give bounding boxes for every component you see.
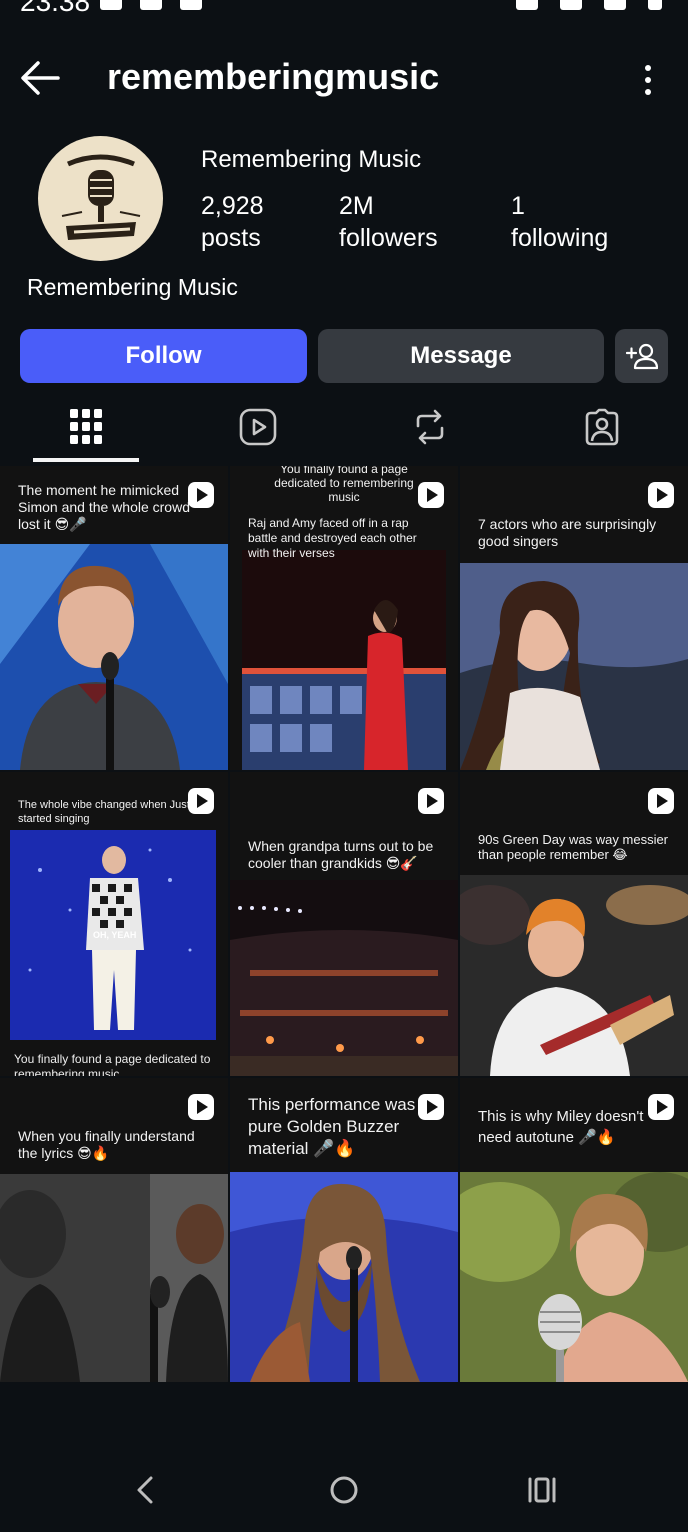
post-tile[interactable]: The whole vibe changed when Justin start…	[0, 772, 228, 1076]
reel-icon	[188, 788, 214, 814]
post-caption: When you finally understand the lyrics 😎…	[0, 1078, 228, 1174]
reposts-icon	[416, 409, 444, 445]
post-thumbnail	[460, 1172, 688, 1382]
status-bar: 23:38	[0, 0, 688, 14]
profile-username: rememberingmusic	[107, 56, 440, 97]
battery-icon	[648, 0, 662, 10]
post-thumbnail	[0, 544, 228, 770]
post-thumbnail	[460, 875, 688, 1076]
post-thumbnail	[230, 550, 458, 770]
follow-button[interactable]: Follow	[20, 329, 307, 383]
back-button[interactable]	[18, 58, 62, 98]
tab-posts-grid[interactable]	[33, 396, 139, 458]
profile-tabs	[0, 396, 688, 462]
add-user-icon	[625, 343, 658, 370]
profile-header: rememberingmusic	[0, 48, 688, 108]
following-stat[interactable]: 1 following	[511, 190, 608, 254]
post-tile[interactable]: This performance was pure Golden Buzzer …	[230, 1078, 458, 1382]
clipboard-icon	[140, 0, 162, 10]
post-thumbnail	[0, 1174, 228, 1382]
active-tab-indicator	[33, 458, 139, 462]
reel-icon	[418, 482, 444, 508]
reel-icon	[418, 1094, 444, 1120]
post-tile[interactable]: When grandpa turns out to be cooler than…	[230, 772, 458, 1076]
reel-icon	[418, 788, 444, 814]
tagged-icon	[585, 408, 619, 446]
reel-icon	[648, 1094, 674, 1120]
post-overlay-text: OH, YEAH	[93, 930, 137, 940]
whatsapp-icon	[100, 0, 122, 10]
post-caption: This is why Miley doesn't need autotune …	[460, 1078, 688, 1172]
followers-count: 2M	[339, 192, 374, 220]
post-caption-block: You finally found a page dedicated to re…	[230, 466, 458, 560]
reels-icon	[239, 408, 277, 446]
posts-grid: The moment he mimicked Simon and the who…	[0, 466, 688, 1382]
grid-icon	[70, 409, 102, 444]
following-count: 1	[511, 192, 525, 220]
post-tile[interactable]: When you finally understand the lyrics 😎…	[0, 1078, 228, 1382]
post-tile[interactable]: You finally found a page dedicated to re…	[230, 466, 458, 770]
signal-icon	[604, 0, 626, 10]
profile-display-name: Remembering Music	[201, 146, 422, 173]
post-top-caption: You finally found a page dedicated to re…	[274, 466, 414, 504]
more-vertical-icon	[645, 65, 651, 95]
posts-stat[interactable]: 2,928 posts	[201, 190, 264, 254]
post-thumbnail	[230, 1172, 458, 1382]
system-home-button[interactable]	[314, 1470, 374, 1510]
post-caption: This performance was pure Golden Buzzer …	[230, 1078, 458, 1172]
tab-reels[interactable]	[205, 396, 311, 458]
avatar[interactable]	[38, 136, 163, 261]
reel-icon	[188, 482, 214, 508]
post-tile[interactable]: 90s Green Day was way messier than peopl…	[460, 772, 688, 1076]
account-icon	[180, 0, 202, 10]
post-thumbnail	[230, 880, 458, 1076]
status-time: 23:38	[20, 0, 90, 14]
suggested-users-button[interactable]	[615, 329, 668, 383]
mute-icon	[516, 0, 538, 10]
system-recents-button[interactable]	[512, 1470, 572, 1510]
tab-reposts[interactable]	[377, 396, 483, 458]
status-notification-icons	[100, 0, 202, 10]
followers-stat[interactable]: 2M followers	[339, 190, 438, 254]
post-thumbnail	[460, 563, 688, 770]
system-navigation-bar	[0, 1440, 688, 1532]
microphone-logo-icon	[38, 136, 163, 261]
status-system-icons	[516, 0, 662, 10]
bio-name: Remembering Music	[27, 274, 238, 300]
post-caption: Raj and Amy faced off in a rap battle an…	[248, 516, 417, 560]
system-back-button[interactable]	[115, 1470, 175, 1510]
circle-home-icon	[330, 1476, 358, 1504]
post-caption: 7 actors who are surprisingly good singe…	[460, 466, 688, 563]
posts-count: 2,928	[201, 192, 264, 220]
chevron-left-icon	[137, 1476, 153, 1504]
more-options-button[interactable]	[636, 60, 660, 100]
post-tile[interactable]: This is why Miley doesn't need autotune …	[460, 1078, 688, 1382]
message-button[interactable]: Message	[318, 329, 604, 383]
arrow-left-icon	[21, 61, 60, 95]
post-tile[interactable]: The moment he mimicked Simon and the who…	[0, 466, 228, 770]
post-tile[interactable]: 7 actors who are surprisingly good singe…	[460, 466, 688, 770]
recents-icon	[528, 1477, 556, 1503]
reel-icon	[648, 788, 674, 814]
following-label: following	[511, 224, 609, 252]
post-bottom-caption: You finally found a page dedicated to re…	[14, 1052, 211, 1076]
reel-icon	[188, 1094, 214, 1120]
tab-tagged[interactable]	[549, 396, 655, 458]
followers-label: followers	[339, 224, 438, 252]
reel-icon	[648, 482, 674, 508]
posts-label: posts	[201, 224, 261, 252]
wifi-icon	[560, 0, 582, 10]
